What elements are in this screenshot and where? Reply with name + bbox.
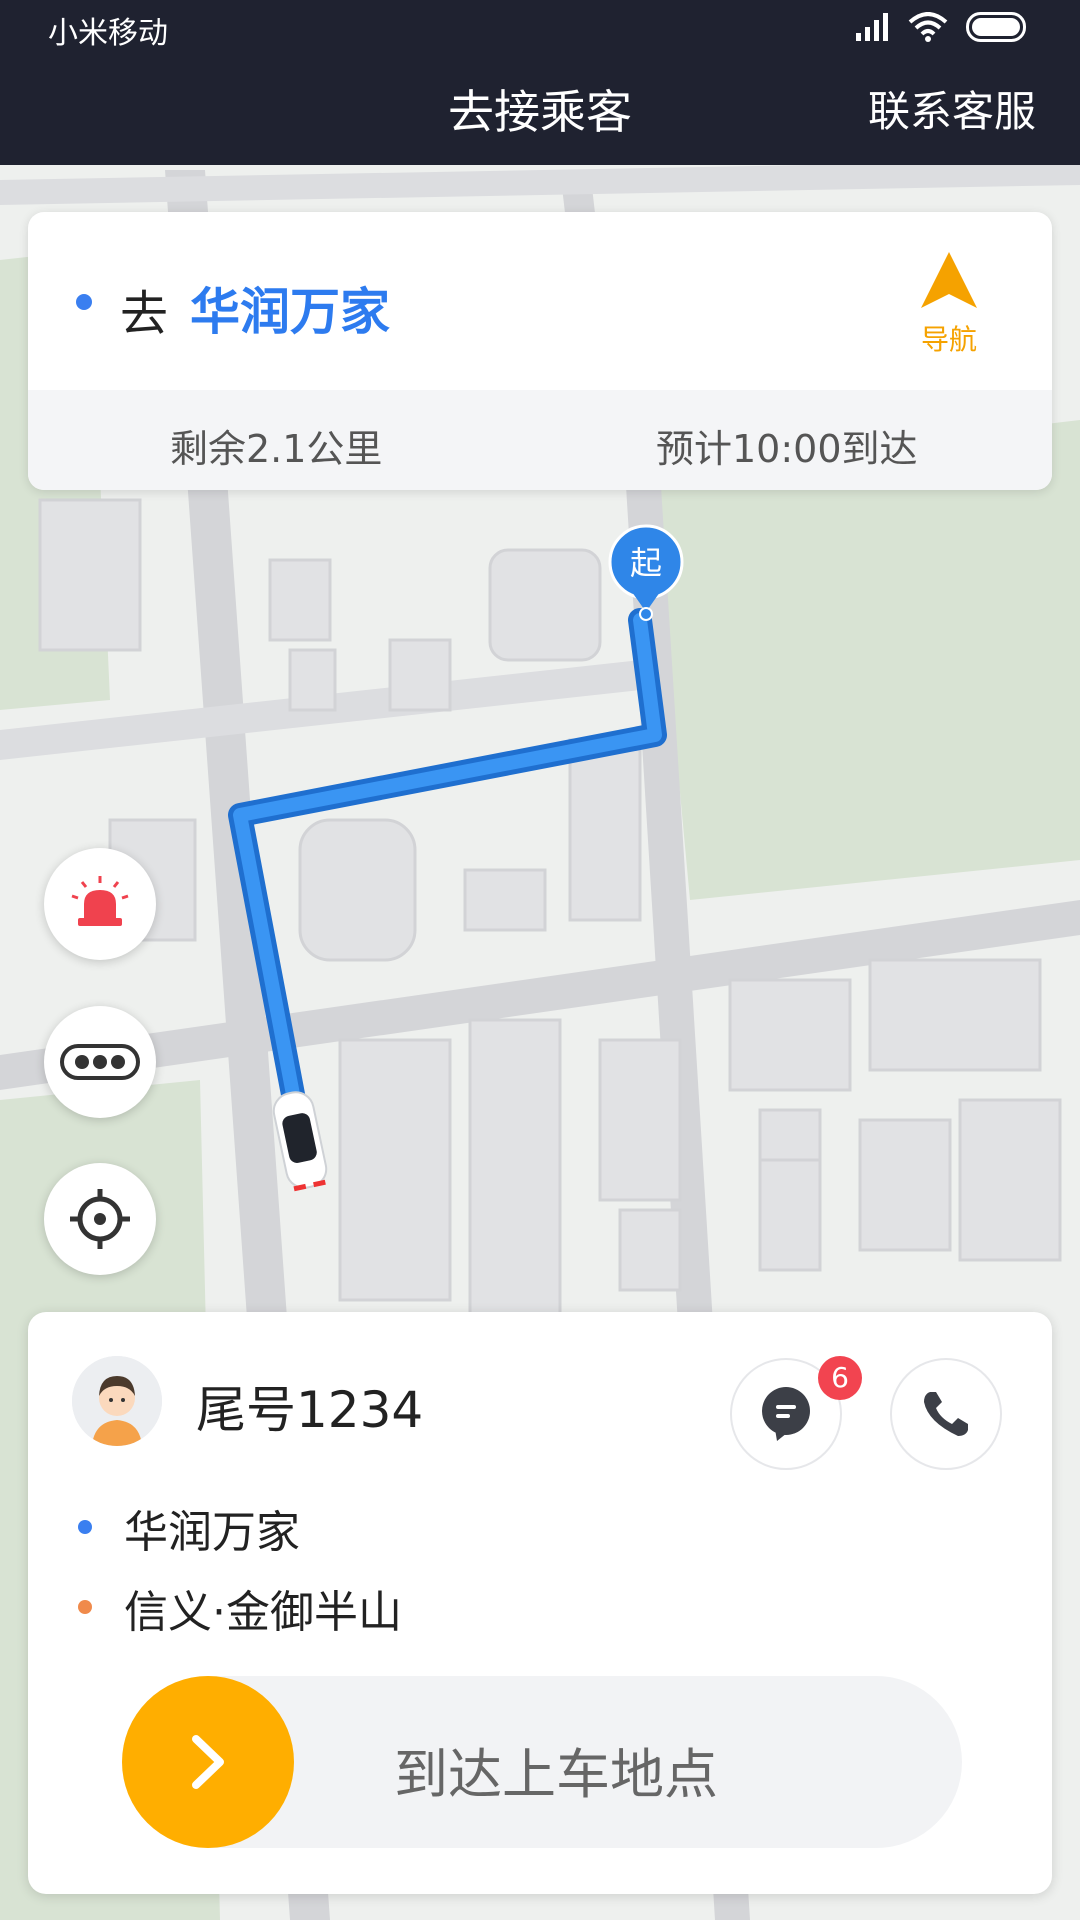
chat-icon [762,1387,810,1441]
locate-icon [70,1189,130,1249]
top-bar: 小米移动 去接乘客 联系客服 [0,0,1080,165]
alarm-icon [71,876,129,926]
passenger-card: 尾号1234 6 华润万家 信义·金御半山 到达上车地点 [28,1312,1052,1894]
estimated-arrival: 预计10:00到达 [656,427,918,471]
navigation-arrow-icon [921,252,977,308]
arrive-pickup-slider[interactable]: 到达上车地点 [122,1676,962,1848]
alarm-button[interactable] [44,848,156,960]
destination-card: 去 华润万家 导航 剩余2.1公里 预计10:00到达 [28,212,1052,490]
signal-icon [856,13,888,41]
dropoff-dot [78,1600,92,1614]
more-options-button[interactable] [44,1006,156,1118]
chevron-right-icon [192,1735,224,1789]
remaining-distance: 剩余2.1公里 [170,427,383,471]
destination-name: 华润万家 [190,283,390,341]
call-button[interactable] [890,1358,1002,1470]
passenger-avatar-icon [72,1356,162,1446]
status-carrier: 小米移动 [48,16,168,51]
status-icons [856,12,1028,42]
destination-prefix: 去 [120,286,169,342]
navigation-button[interactable]: 导航 [904,250,994,360]
navigation-label: 导航 [920,323,977,356]
slider-knob[interactable] [122,1676,294,1848]
phone-icon [924,1392,968,1436]
unread-count-badge: 6 [818,1356,862,1400]
slider-label: 到达上车地点 [394,1743,718,1806]
destination-dot [76,294,92,310]
wifi-icon [908,12,948,42]
more-icon [60,1044,140,1080]
avatar [72,1356,162,1446]
locate-button[interactable] [44,1163,156,1275]
trip-stats: 剩余2.1公里 预计10:00到达 [28,390,1052,490]
dropoff-location: 信义·金御半山 [124,1587,402,1638]
passenger-tail-number: 尾号1234 [196,1381,424,1439]
battery-icon [966,12,1026,42]
start-marker-label: 起 [630,544,662,582]
pickup-dot [78,1520,92,1534]
contact-service-button[interactable]: 联系客服 [868,78,1036,139]
destination-row: 去 华润万家 导航 [28,212,1052,390]
pickup-location: 华润万家 [124,1507,300,1558]
